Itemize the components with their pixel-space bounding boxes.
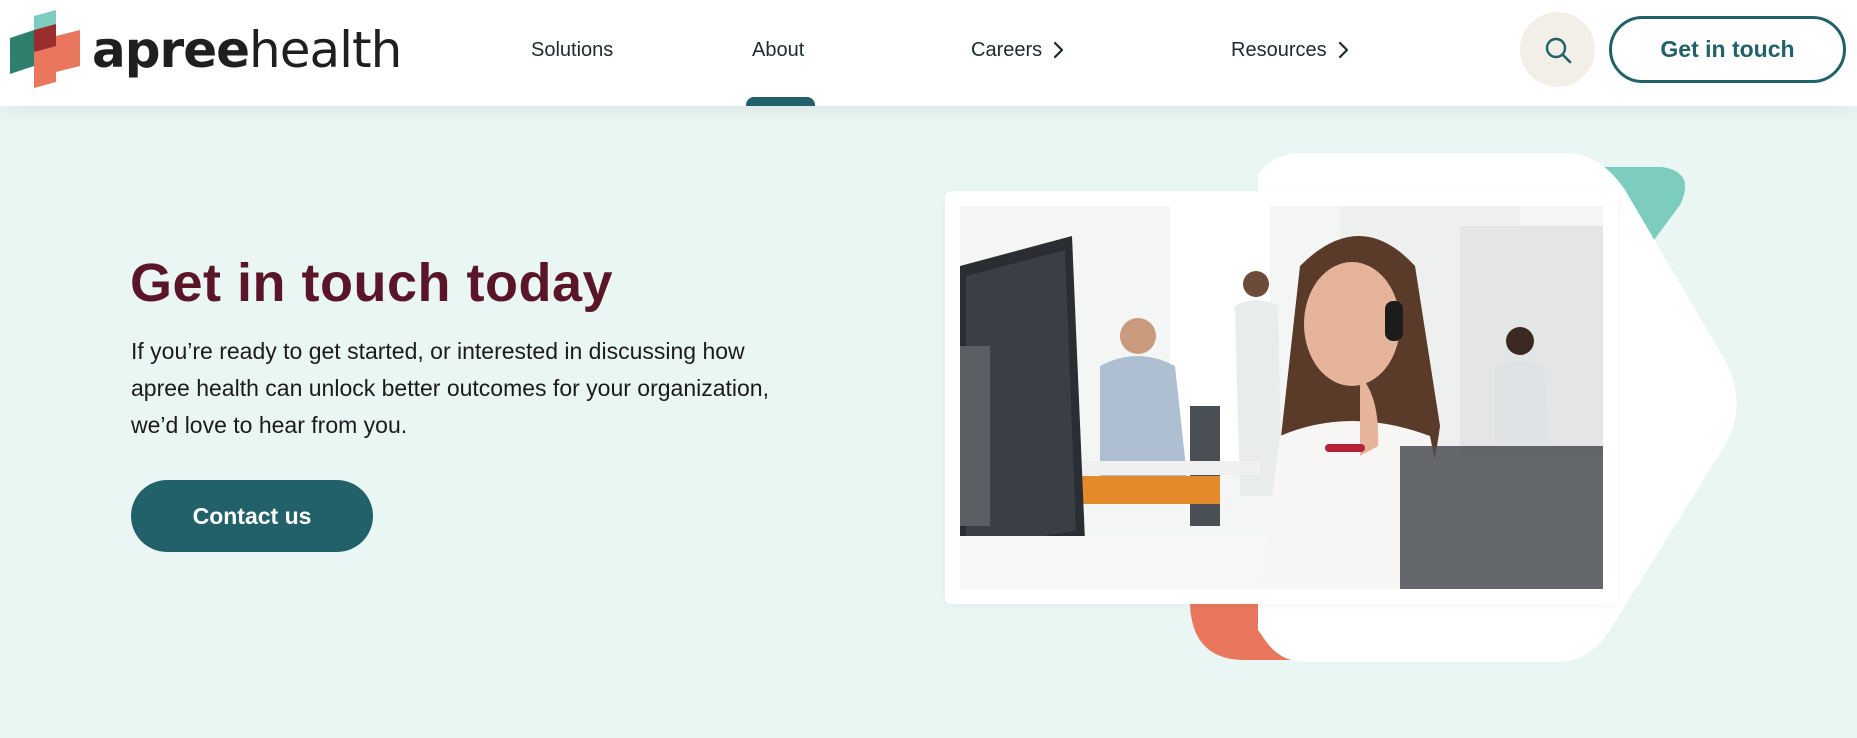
nav-label: About [752, 38, 805, 61]
nav-item-solutions[interactable]: Solutions [531, 34, 613, 66]
contact-us-button[interactable]: Contact us [131, 480, 373, 552]
nav-label: Careers [971, 38, 1043, 61]
call-center-photo-illustration [960, 206, 1603, 589]
get-in-touch-button[interactable]: Get in touch [1609, 16, 1846, 83]
hero-image-frame [945, 191, 1618, 604]
brand-logo[interactable]: apreehealth [8, 10, 402, 90]
nav-item-careers[interactable]: Careers [971, 34, 1066, 66]
chevron-right-icon [1338, 41, 1348, 59]
nav-item-resources[interactable]: Resources [1231, 34, 1351, 66]
site-header: apreehealth Solutions About Careers Reso… [0, 0, 1857, 106]
logo-mark-icon [10, 10, 80, 88]
nav-item-about[interactable]: About [752, 34, 804, 66]
brand-wordmark: apreehealth [92, 25, 402, 75]
hero-photo [960, 206, 1603, 589]
brand-name-bold: apree [92, 21, 250, 79]
search-icon [1545, 37, 1571, 63]
brand-name-light: health [249, 21, 402, 79]
nav-label: Resources [1231, 38, 1327, 61]
page-title: Get in touch today [130, 253, 614, 313]
hero-description: If you’re ready to get started, or inter… [131, 338, 769, 438]
chevron-right-icon [1054, 41, 1064, 59]
nav-active-indicator [746, 97, 815, 106]
search-button[interactable] [1520, 12, 1595, 87]
nav-label: Solutions [531, 38, 614, 61]
